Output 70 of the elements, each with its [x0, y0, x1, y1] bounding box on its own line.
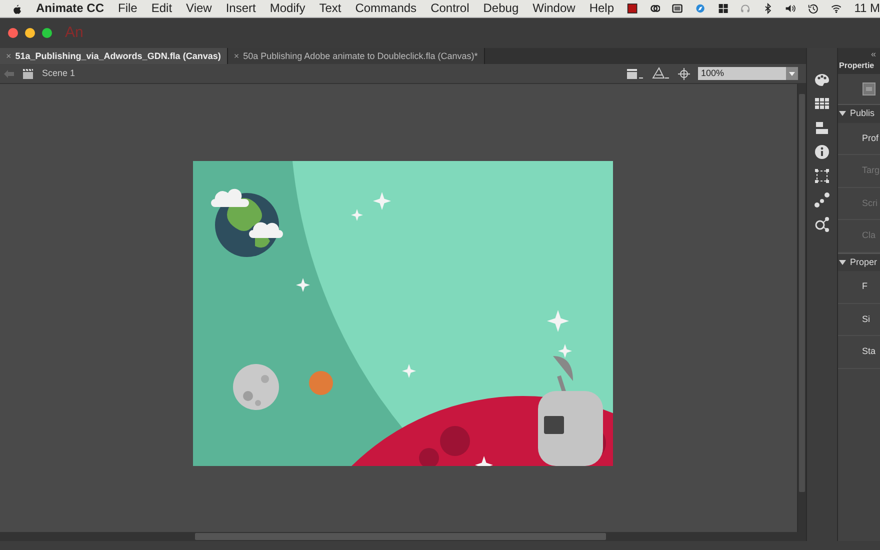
property-label: Prof	[862, 132, 879, 142]
close-window-button[interactable]	[8, 28, 18, 38]
property-label: Si	[862, 314, 870, 324]
volume-icon[interactable]	[785, 2, 796, 15]
star-shape	[558, 344, 572, 358]
horizontal-scrollbar[interactable]	[195, 533, 606, 540]
star-shape	[475, 456, 493, 466]
moon-drawing	[233, 364, 279, 410]
menu-item[interactable]: Window	[526, 0, 582, 17]
vertical-scrollbar[interactable]	[799, 94, 805, 492]
apple-logo-icon[interactable]	[12, 2, 21, 14]
window-icon[interactable]	[672, 2, 683, 15]
document-tab[interactable]: × 50a Publishing Adobe animate to Doubleclick.fla (Canvas)*	[228, 48, 485, 64]
menu-item[interactable]: Help	[582, 0, 621, 17]
grid-icon[interactable]	[718, 2, 728, 15]
menu-item[interactable]: View	[179, 0, 219, 17]
app-menu[interactable]: Animate CC	[28, 0, 111, 17]
tab-label: 51a_Publishing_via_Adwords_GDN.fla (Canvas)	[15, 50, 221, 63]
menu-item[interactable]: Insert	[218, 0, 263, 17]
minimize-window-button[interactable]	[25, 28, 35, 38]
center-stage-icon[interactable]	[678, 68, 690, 80]
disclosure-triangle-icon[interactable]	[839, 258, 846, 266]
dropdown-caret-icon[interactable]	[786, 67, 798, 80]
edit-symbols-icon[interactable]	[626, 68, 644, 80]
collapse-panel-button[interactable]: «	[870, 49, 876, 59]
menu-item[interactable]: Debug	[476, 0, 526, 17]
app-logo: An	[64, 22, 84, 43]
wifi-icon[interactable]	[830, 2, 842, 15]
earth-drawing	[211, 188, 283, 257]
property-label: Sta	[862, 346, 876, 356]
section-title: Publis	[850, 107, 875, 120]
bluetooth-icon[interactable]	[762, 2, 774, 15]
dots-icon[interactable]	[814, 192, 830, 208]
menu-item[interactable]: Text	[312, 0, 348, 17]
small-planet-shape	[309, 371, 333, 395]
star-shape	[373, 192, 391, 210]
align-icon[interactable]	[814, 120, 830, 136]
clapperboard-icon	[22, 68, 34, 79]
square-icon[interactable]	[627, 2, 638, 15]
close-tab-button[interactable]: ×	[234, 48, 240, 64]
panel-title[interactable]: Propertie	[839, 60, 880, 72]
menu-item[interactable]: Modify	[262, 0, 312, 17]
info-icon[interactable]	[814, 144, 830, 160]
section-header[interactable]: Proper	[838, 252, 880, 271]
document-tab[interactable]: × 51a_Publishing_via_Adwords_GDN.fla (Canvas)	[0, 48, 228, 64]
creative-cloud-icon[interactable]	[650, 2, 660, 15]
clock[interactable]: 11 M	[847, 0, 880, 17]
section-title: Proper	[850, 256, 878, 269]
menu-item[interactable]: Edit	[144, 0, 180, 17]
section-header[interactable]: Publis	[838, 104, 880, 122]
menu-item[interactable]: File	[111, 0, 144, 17]
star-shape	[351, 209, 363, 221]
network-icon[interactable]	[814, 216, 830, 232]
zoom-field[interactable]: 100%	[698, 67, 786, 80]
document-icon	[862, 82, 876, 96]
palette-icon[interactable]	[814, 72, 830, 88]
tab-label: 50a Publishing Adobe animate to Doubleclick.fla (Canvas)*	[243, 50, 478, 63]
swatches-icon[interactable]	[814, 96, 830, 112]
star-shape	[296, 278, 310, 292]
time-machine-icon[interactable]	[808, 2, 819, 15]
menu-item[interactable]: Commands	[348, 0, 424, 17]
disclosure-triangle-icon[interactable]	[839, 110, 846, 118]
transform-icon[interactable]	[814, 168, 830, 184]
property-label: F	[862, 281, 868, 291]
zoom-window-button[interactable]	[42, 28, 52, 38]
star-shape	[547, 310, 569, 332]
star-shape	[402, 364, 416, 378]
scene-label[interactable]: Scene 1	[42, 66, 76, 80]
compass-icon[interactable]	[694, 2, 706, 15]
menu-item[interactable]: Control	[424, 0, 476, 17]
